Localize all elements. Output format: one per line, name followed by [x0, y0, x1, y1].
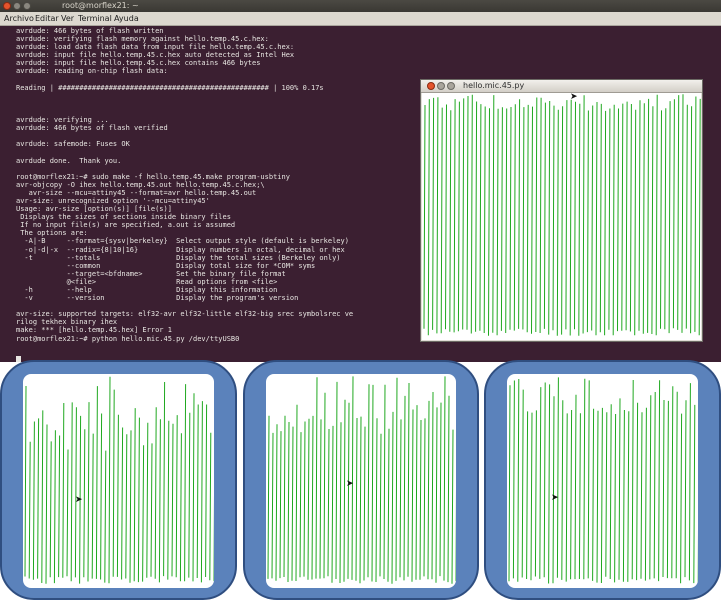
- snapshot-plot-1: ➤: [23, 374, 214, 588]
- terminal-line: rilog tekhex binary ihex: [16, 318, 118, 327]
- terminal-line: avrdude: verifying ...: [16, 116, 109, 125]
- text-cursor: [16, 356, 21, 362]
- waveform-plot: [423, 94, 701, 336]
- terminal-line: Displays the sizes of sections inside bi…: [16, 213, 231, 222]
- snapshot-plot-2: ➤: [266, 374, 456, 588]
- mouse-pointer-icon: ➤: [75, 495, 83, 505]
- terminal-line: avrdude: verifying flash memory against …: [16, 35, 269, 44]
- window-title: root@morflex21: ~: [62, 1, 139, 10]
- menu-editar[interactable]: Editar: [35, 12, 59, 25]
- terminal-line: avrdude: 466 bytes of flash verified: [16, 124, 168, 133]
- menu-ver[interactable]: Ver: [61, 12, 74, 25]
- terminal-line: avr-size --mcu=attiny45 --format=avr hel…: [16, 188, 257, 197]
- terminal-line: avrdude: safemode: Fuses OK: [16, 140, 130, 149]
- terminal-line: --common Display total size for *COM* sy…: [16, 261, 316, 270]
- waveform-trace: [508, 377, 698, 584]
- waveform-plot: [267, 376, 456, 584]
- terminal-line: root@morflex21:~# sudo make -f hello.tem…: [16, 172, 290, 181]
- terminal-line: avrdude: reading on-chip flash data:: [16, 67, 168, 76]
- mouse-pointer-icon: ➤: [346, 479, 354, 489]
- terminal-window[interactable]: root@morflex21: ~ Archivo Editar Ver Ter…: [0, 0, 721, 362]
- terminal-line: avrdude: input file hello.temp.45.c.hex …: [16, 59, 261, 68]
- terminal-line: avr-size: supported targets: elf32-avr e…: [16, 310, 354, 319]
- terminal-line: The options are:: [16, 229, 88, 238]
- terminal-line: --target=<bfdname> Set the binary file f…: [16, 269, 286, 278]
- plot-window-title: hello.mic.45.py: [463, 81, 525, 90]
- terminal-titlebar[interactable]: root@morflex21: ~: [0, 0, 721, 12]
- terminal-menubar: Archivo Editar Ver Terminal Ayuda: [0, 12, 721, 26]
- terminal-line: make: *** [hello.temp.45.hex] Error 1: [16, 326, 172, 335]
- terminal-line: If no input file(s) are specified, a.out…: [16, 221, 236, 230]
- terminal-line: avrdude: load data flash data from input…: [16, 43, 295, 52]
- terminal-line: root@morflex21:~# python hello.mic.45.py…: [16, 334, 240, 343]
- waveform-trace: [267, 376, 456, 584]
- snapshot-panel-3: ➤: [484, 360, 721, 600]
- plot-window-titlebar[interactable]: hello.mic.45.py: [421, 80, 702, 93]
- menu-terminal[interactable]: Terminal: [78, 12, 112, 25]
- mouse-pointer-icon: ➤: [551, 493, 559, 503]
- waveform-trace: [24, 376, 214, 584]
- close-icon[interactable]: [427, 82, 435, 90]
- terminal-line: -A|-B --format={sysv|berkeley} Select ou…: [16, 237, 349, 246]
- close-icon[interactable]: [3, 2, 11, 10]
- snapshot-panel-1: ➤: [0, 360, 237, 600]
- minimize-icon[interactable]: [13, 2, 21, 10]
- terminal-line: -v --version Display the program's versi…: [16, 294, 299, 303]
- menu-ayuda[interactable]: Ayuda: [114, 12, 139, 25]
- terminal-line: Usage: avr-size [option(s)] [file(s)]: [16, 205, 172, 214]
- plot-window[interactable]: hello.mic.45.py ➤: [420, 79, 703, 342]
- waveform-trace: [423, 94, 701, 336]
- minimize-icon[interactable]: [437, 82, 445, 90]
- terminal-line: avrdude: 466 bytes of flash written: [16, 27, 164, 35]
- mouse-pointer-icon: ➤: [570, 93, 578, 102]
- terminal-line: -o|-d|-x --radix={8|10|16} Display numbe…: [16, 245, 345, 254]
- terminal-line: Reading | ##############################…: [16, 83, 324, 92]
- terminal-line: @<file> Read options from <file>: [16, 277, 278, 286]
- waveform-plot: [508, 377, 698, 584]
- snapshot-panel-2: ➤: [243, 360, 479, 600]
- terminal-line: avrdude: input file hello.temp.45.c.hex …: [16, 51, 295, 60]
- terminal-line: avr-size: unrecognized option '--mcu=att…: [16, 196, 210, 205]
- terminal-line: -t --totals Display the total sizes (Ber…: [16, 253, 341, 262]
- menu-archivo[interactable]: Archivo: [4, 12, 34, 25]
- terminal-output[interactable]: avrdude: 466 bytes of flash written avrdu…: [16, 27, 353, 343]
- plot-canvas[interactable]: ➤: [422, 93, 701, 340]
- maximize-icon[interactable]: [23, 2, 31, 10]
- terminal-line: avr-objcopy -O ihex hello.temp.45.out he…: [16, 180, 265, 189]
- terminal-line: -h --help Display this information: [16, 286, 278, 294]
- waveform-plot: [24, 376, 214, 584]
- snapshot-plot-3: ➤: [507, 374, 698, 588]
- maximize-icon[interactable]: [447, 82, 455, 90]
- terminal-line: avrdude done. Thank you.: [16, 156, 122, 165]
